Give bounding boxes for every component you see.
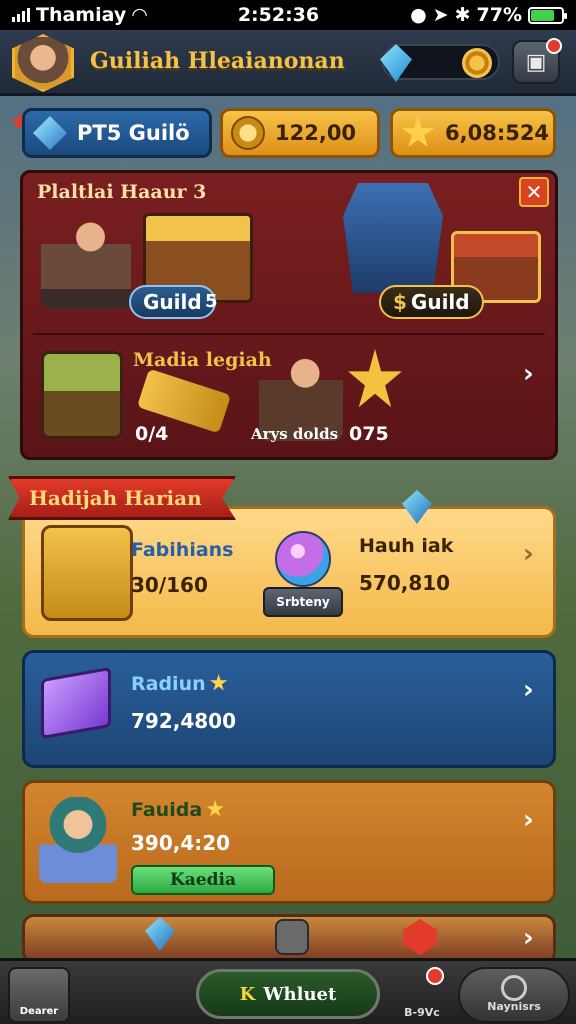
notification-dot [426,967,444,985]
notification-dot [546,38,562,54]
nav-players-label: Naynisrs [487,1000,541,1013]
nav-players-button[interactable]: Naynisrs [458,967,570,1023]
card2-value: 792,4800 [131,709,237,733]
star-icon [401,116,435,147]
nav-main-button[interactable]: K Whluet [196,969,380,1019]
guild-rewards-panel: Plaltlai Haaur 3 ✕ Guild 5 $ Guild Madia… [20,170,558,460]
guild-coin-button[interactable]: $ Guild [379,285,484,319]
daily-reward-card-1[interactable]: Fabihians 30/160 Srbteny Hauh iak 570,81… [22,506,556,638]
elf-character-icon [39,797,117,883]
gold-star-image [348,349,402,408]
moon-icon: ● [410,4,427,26]
daily-reward-card-2[interactable]: Radiun 792,4800 › [22,650,556,768]
crystal-icon [33,116,67,150]
star-icon [209,674,228,691]
coin-icon [231,116,265,150]
menu-button[interactable]: ▣ [512,38,562,84]
guild-coin-label: Guild [410,290,470,314]
nav-home-label: Dearer [19,1006,59,1017]
wifi-icon: ◠ [132,4,147,26]
card3-button[interactable]: Kaedia [131,865,275,895]
coins-value: 122,00 [275,121,357,145]
player-avatar[interactable] [12,34,74,92]
coins-pill[interactable]: 122,00 [220,108,380,158]
chevron-right-icon[interactable]: › [523,359,534,389]
gem-progress-bar[interactable] [380,44,500,82]
nav-main-icon: K [239,983,256,1005]
progress-value-1: 0/4 [135,423,169,445]
panel-title: Plaltlai Haaur 3 [37,181,207,203]
battery-icon [527,6,567,24]
red-shield-icon [403,919,437,955]
chevron-right-icon[interactable]: › [523,923,534,953]
fox-badge-icon [41,525,133,621]
card3-title: Fauida [131,799,203,821]
signal-icon [12,8,30,22]
panel-divider [33,333,545,335]
guild-title: Guiliah Hleaianonan [90,48,345,74]
chevron-right-icon[interactable]: › [523,539,534,569]
character-name: Arys dolds [251,425,339,443]
nav-home-button[interactable]: Dearer [8,967,70,1023]
timer-pill[interactable]: 6,08:524 [390,108,556,158]
nav-middle-button[interactable]: B-9Vc [394,967,450,1023]
card1-right-value: 570,810 [359,571,451,595]
warrior-character-image [41,209,131,309]
purple-cube-icon [41,666,111,740]
daily-reward-card-4[interactable]: › [22,914,556,964]
guild-pill-label: PT5 Guilö [77,121,190,145]
location-icon: ➤ [432,4,449,26]
card1-button[interactable]: Srbteny [263,587,343,617]
card1-right-title: Hauh iak [359,535,454,557]
card2-title-row: Radiun [131,673,228,695]
star-icon [206,800,224,817]
card2-title: Radiun [131,673,206,695]
blue-gem-icon [145,917,175,951]
bottom-navigation: Dearer K Whluet B-9Vc Naynisrs [0,958,576,1024]
daily-reward-card-3[interactable]: Fauida 390,4:20 Kaedia › [22,780,556,904]
card1-title: Fabihians [131,539,234,561]
battery-percent: 77% [476,4,522,26]
coin-s-icon: $ [393,290,407,314]
guild-tag-count: 5 [205,291,218,312]
crystal-orb-icon [275,531,331,587]
chevron-right-icon[interactable]: › [523,805,534,835]
nav-middle-label: B-9Vc [404,1006,440,1019]
close-button[interactable]: ✕ [519,177,549,207]
progress-value-3: 075 [349,423,389,445]
players-icon [501,975,527,1001]
card1-value: 30/160 [131,573,208,597]
row2-title: Madia legiah [133,349,272,371]
guild-header: Guiliah Hleaianonan ▣ [0,30,576,96]
gear-icon [275,919,309,955]
card3-title-row: Fauida [131,799,224,821]
green-chest-image [41,351,123,439]
guild-pill-button[interactable]: PT5 Guilö [22,108,212,158]
gem-icon [380,44,412,82]
bluetooth-icon: ✱ [454,4,471,26]
status-time: 2:52:36 [237,4,320,26]
menu-icon: ▣ [525,49,547,75]
chevron-right-icon[interactable]: › [523,675,534,705]
carrier-name: Thamiay [36,4,127,26]
card3-value: 390,4:20 [131,831,231,855]
coin-ring-icon [462,48,492,78]
status-bar: Thamiay ◠ 2:52:36 ● ➤ ✱ 77% [0,0,576,30]
guild-tag-button[interactable]: Guild [129,285,216,319]
helmet-image [343,183,443,293]
timer-value: 6,08:524 [445,121,550,145]
nav-main-label: Whluet [263,983,337,1005]
daily-rewards-ribbon: Hadijah Harian [8,476,236,520]
